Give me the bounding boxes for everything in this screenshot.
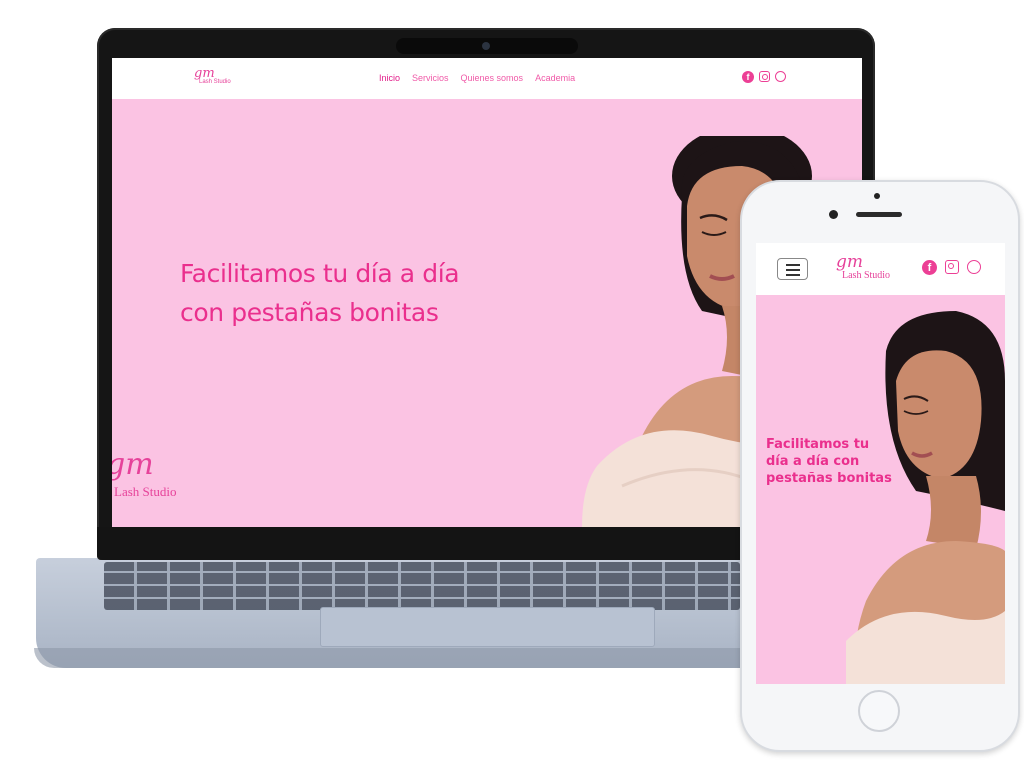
brand-logo[interactable]: gm Lash Studio bbox=[194, 66, 231, 88]
hero-headline-line-1: Facilitamos tu día a día bbox=[180, 259, 460, 288]
mobile-navbar: gm Lash Studio f bbox=[756, 243, 1005, 295]
instagram-icon[interactable] bbox=[759, 71, 770, 82]
hero-model-image bbox=[846, 311, 1005, 684]
nav-link-academia[interactable]: Academia bbox=[535, 73, 575, 83]
social-links: f bbox=[922, 260, 981, 275]
facebook-icon[interactable]: f bbox=[742, 71, 754, 83]
hero-headline: Facilitamos tu día a día con pestañas bo… bbox=[180, 254, 560, 332]
main-menu: Inicio Servicios Quienes somos Academia bbox=[379, 73, 575, 83]
hero-headline-line-3: pestañas bonitas bbox=[766, 471, 892, 486]
logo-mark: gm bbox=[836, 252, 864, 272]
logo-text: Lash Studio bbox=[199, 79, 231, 85]
phone-sensor bbox=[874, 193, 880, 199]
nav-link-inicio[interactable]: Inicio bbox=[379, 73, 400, 83]
hero-headline-line-2: con pestañas bonitas bbox=[180, 298, 439, 327]
laptop-trackpad bbox=[320, 607, 655, 647]
logo-text: Lash Studio bbox=[842, 270, 891, 281]
hero-logo-text: Lash Studio bbox=[114, 484, 177, 499]
nav-link-servicios[interactable]: Servicios bbox=[412, 73, 449, 83]
hero-headline: Facilitamos tu día a día con pestañas bo… bbox=[766, 436, 896, 487]
hero-logo-mark: gm bbox=[112, 447, 154, 482]
phone-speaker bbox=[856, 212, 902, 217]
laptop-keyboard-rows bbox=[104, 562, 740, 610]
hero-headline-line-2: día a día con bbox=[766, 454, 860, 469]
whatsapp-icon[interactable] bbox=[967, 260, 981, 274]
hero-headline-line-1: Facilitamos tu bbox=[766, 437, 870, 452]
hamburger-line bbox=[786, 274, 800, 276]
instagram-icon[interactable] bbox=[945, 260, 959, 274]
brand-logo[interactable]: gm Lash Studio bbox=[833, 252, 893, 283]
phone-screen: gm Lash Studio f Facilitamos tu día a dí… bbox=[756, 243, 1005, 684]
whatsapp-icon[interactable] bbox=[775, 71, 786, 82]
hamburger-line bbox=[786, 269, 800, 271]
social-links: f bbox=[742, 71, 786, 83]
phone-home-button[interactable] bbox=[858, 690, 900, 732]
hero-logo: gm Lash Studio bbox=[112, 450, 206, 500]
phone-front-camera bbox=[829, 210, 838, 219]
laptop-webcam bbox=[396, 38, 578, 54]
hamburger-line bbox=[786, 264, 800, 266]
nav-link-quienes-somos[interactable]: Quienes somos bbox=[461, 73, 524, 83]
desktop-navbar: gm Lash Studio Inicio Servicios Quienes … bbox=[112, 58, 862, 99]
hamburger-menu-button[interactable] bbox=[777, 258, 808, 280]
facebook-icon[interactable]: f bbox=[922, 260, 937, 275]
laptop-front-edge bbox=[34, 648, 796, 668]
